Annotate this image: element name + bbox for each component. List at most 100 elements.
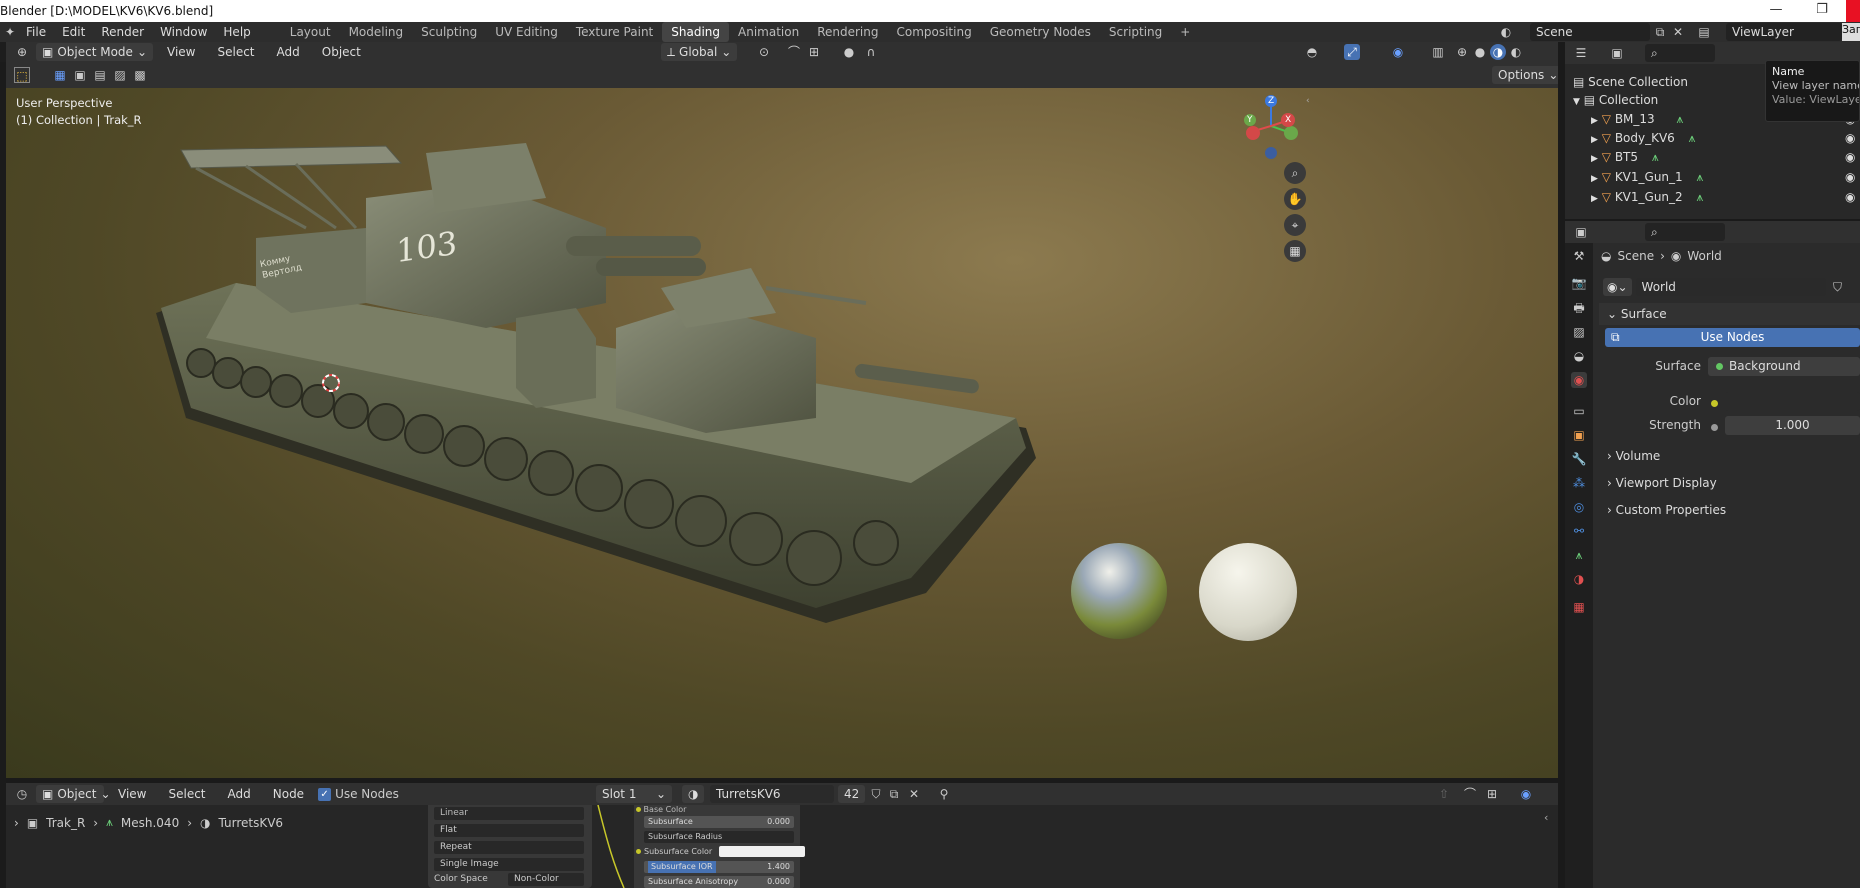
scene-field[interactable]: Scene bbox=[1530, 23, 1650, 41]
overlay-toggle-icon[interactable]: ◉ bbox=[1390, 44, 1406, 60]
mesh-data-icon[interactable]: ⩚ bbox=[1697, 190, 1704, 204]
color-socket-icon[interactable] bbox=[1711, 396, 1718, 410]
minimize-button[interactable]: — bbox=[1758, 0, 1794, 22]
menu-window[interactable]: Window bbox=[152, 25, 215, 39]
parent-node-tree-icon[interactable]: ⇧ bbox=[1436, 786, 1452, 802]
viewport-display-panel-header[interactable]: › Viewport Display bbox=[1599, 472, 1860, 494]
eye-icon[interactable]: ◉ bbox=[1845, 129, 1855, 148]
zoom-icon[interactable]: ⌕ bbox=[1284, 162, 1306, 184]
tank-model[interactable] bbox=[6, 88, 1558, 778]
bsdf-subsurface-radius-select[interactable]: Subsurface Radius bbox=[644, 831, 794, 843]
3d-viewport[interactable]: User Perspective (1) Collection | Trak_R bbox=[6, 88, 1558, 778]
tab-scripting[interactable]: Scripting bbox=[1100, 22, 1171, 42]
surface-panel-header[interactable]: ⌄ Surface bbox=[1599, 303, 1860, 325]
pan-hand-icon[interactable]: ✋ bbox=[1284, 188, 1306, 210]
bsdf-subsurface-color-swatch[interactable] bbox=[719, 846, 806, 857]
projection-select[interactable]: Flat bbox=[434, 824, 584, 837]
outliner-editor-type-icon[interactable]: ☰ bbox=[1573, 45, 1589, 61]
material-shading-icon[interactable]: ◑ bbox=[1490, 44, 1506, 60]
world-name-field[interactable]: World bbox=[1635, 278, 1826, 296]
material-users-count[interactable]: 42 bbox=[838, 785, 866, 803]
viewport-menu-view[interactable]: View bbox=[159, 45, 203, 59]
tab-shading[interactable]: Shading bbox=[662, 22, 729, 42]
world-tab-icon[interactable]: ◉ bbox=[1571, 372, 1587, 388]
strength-field[interactable]: 1.000 bbox=[1725, 416, 1860, 435]
node-overlay-icon[interactable]: ◉ bbox=[1518, 786, 1534, 802]
principled-bsdf-node[interactable]: Base Color Subsurface 0.000 Subsurface R… bbox=[634, 805, 806, 888]
tab-modeling[interactable]: Modeling bbox=[340, 22, 413, 42]
particles-tab-icon[interactable]: ⁂ bbox=[1571, 475, 1587, 491]
solid-shading-icon[interactable]: ● bbox=[1472, 44, 1488, 60]
snap-icon[interactable]: ⌒ bbox=[786, 44, 802, 60]
render-tab-icon[interactable]: 📷 bbox=[1571, 275, 1587, 291]
volume-panel-header[interactable]: › Volume bbox=[1599, 445, 1860, 467]
pivot-icon[interactable]: ⊙ bbox=[756, 44, 772, 60]
select-invert-icon[interactable]: ▨ bbox=[112, 67, 128, 83]
xray-icon[interactable]: ▥ bbox=[1430, 44, 1446, 60]
menu-edit[interactable]: Edit bbox=[54, 25, 93, 39]
custom-properties-panel-header[interactable]: › Custom Properties bbox=[1599, 499, 1860, 521]
area-separator-horizontal[interactable] bbox=[6, 778, 1558, 783]
mesh-data-icon[interactable]: ⩚ bbox=[1689, 131, 1696, 145]
material-name-field[interactable]: TurretsKV6 bbox=[710, 785, 834, 803]
unlink-material-icon[interactable]: ✕ bbox=[906, 786, 922, 802]
eye-icon[interactable]: ◉ bbox=[1845, 188, 1855, 207]
breadcrumb-object[interactable]: Trak_R bbox=[46, 816, 85, 830]
select-extend-icon[interactable]: ▣ bbox=[72, 67, 88, 83]
rendered-shading-icon[interactable]: ◐ bbox=[1508, 44, 1524, 60]
viewport-menu-add[interactable]: Add bbox=[269, 45, 308, 59]
select-subtract-icon[interactable]: ▤ bbox=[92, 67, 108, 83]
tab-rendering[interactable]: Rendering bbox=[808, 22, 887, 42]
use-nodes-button[interactable]: ⧉ Use Nodes bbox=[1605, 328, 1860, 347]
display-mode-icon[interactable]: ▣ bbox=[1609, 45, 1625, 61]
node-object-dropdown[interactable]: ▣ Object ⌄ bbox=[36, 785, 111, 803]
area-separator-horizontal[interactable] bbox=[1565, 219, 1860, 221]
tool-tab-icon[interactable]: ⚒ bbox=[1571, 248, 1587, 264]
wireframe-shading-icon[interactable]: ⊕ bbox=[1454, 44, 1470, 60]
bsdf-subsurface-anisotropy-field[interactable]: Subsurface Anisotropy 0.000 bbox=[644, 876, 794, 888]
data-tab-icon[interactable]: ⩚ bbox=[1571, 547, 1587, 563]
transform-orientation-dropdown[interactable]: ⟂ Global ⌄ bbox=[661, 43, 738, 61]
editor-type-icon[interactable]: ⊕ bbox=[14, 44, 30, 60]
breadcrumb-material[interactable]: TurretsKV6 bbox=[219, 816, 284, 830]
physics-tab-icon[interactable]: ◎ bbox=[1571, 499, 1587, 515]
editor-type-icon[interactable]: ◷ bbox=[14, 786, 30, 802]
outliner-item-body-kv6[interactable]: ▶ ▽ Body_KV6 ⩚ ◉ bbox=[1565, 129, 1860, 148]
world-browse-button[interactable]: ◉⌄ bbox=[1603, 278, 1632, 296]
restore-button[interactable]: ❐ bbox=[1804, 0, 1840, 22]
output-tab-icon[interactable]: 🖶 bbox=[1571, 300, 1587, 316]
tab-animation[interactable]: Animation bbox=[729, 22, 808, 42]
mesh-data-icon[interactable]: ⩚ bbox=[1697, 170, 1704, 184]
material-browse-button[interactable]: ◑ bbox=[682, 785, 705, 803]
close-button[interactable] bbox=[1846, 0, 1860, 22]
node-menu-add[interactable]: Add bbox=[220, 787, 259, 801]
view-layer-tab-icon[interactable]: ▨ bbox=[1571, 324, 1587, 340]
eye-icon[interactable]: ◉ bbox=[1845, 148, 1855, 167]
options-dropdown[interactable]: Options ⌄ bbox=[1492, 66, 1565, 84]
node-editor-area[interactable]: › ▣ Trak_R › ⩚ Mesh.040 › ◑ TurretsKV6 L… bbox=[6, 805, 1558, 888]
copy-scene-icon[interactable]: ⧉ bbox=[1652, 24, 1668, 40]
fake-user-shield-icon[interactable]: ⛉ bbox=[1830, 279, 1846, 295]
source-select[interactable]: Single Image bbox=[434, 858, 584, 871]
grid-perspective-icon[interactable]: ▦ bbox=[1284, 240, 1306, 262]
view-layer-partial-button[interactable]: Заг bbox=[1842, 23, 1860, 41]
viewport-menu-select[interactable]: Select bbox=[209, 45, 262, 59]
node-sidebar-toggle[interactable]: ‹ bbox=[1544, 811, 1548, 824]
strength-socket-icon[interactable] bbox=[1711, 420, 1718, 434]
node-snap-target-icon[interactable]: ⊞ bbox=[1484, 786, 1500, 802]
material-tab-icon[interactable]: ◑ bbox=[1571, 571, 1587, 587]
interpolation-select[interactable]: Linear bbox=[434, 807, 584, 820]
tab-layout[interactable]: Layout bbox=[281, 22, 340, 42]
properties-editor-type-icon[interactable]: ▣ bbox=[1573, 224, 1589, 240]
falloff-icon[interactable]: ∩ bbox=[863, 44, 879, 60]
tab-uv-editing[interactable]: UV Editing bbox=[486, 22, 567, 42]
breadcrumb-mesh[interactable]: Mesh.040 bbox=[121, 816, 179, 830]
tab-texture-paint[interactable]: Texture Paint bbox=[567, 22, 662, 42]
outliner-item-kv1-gun-1[interactable]: ▶ ▽ KV1_Gun_1 ⩚ ◉ bbox=[1565, 168, 1860, 187]
bsdf-subsurface-field[interactable]: Subsurface 0.000 bbox=[644, 816, 794, 828]
object-tab-icon[interactable]: ▣ bbox=[1571, 427, 1587, 443]
node-menu-view[interactable]: View bbox=[110, 787, 154, 801]
select-intersect-icon[interactable]: ▩ bbox=[132, 67, 148, 83]
remove-scene-icon[interactable]: ✕ bbox=[1670, 24, 1686, 40]
outliner-item-kv1-gun-2[interactable]: ▶ ▽ KV1_Gun_2 ⩚ ◉ bbox=[1565, 188, 1860, 207]
